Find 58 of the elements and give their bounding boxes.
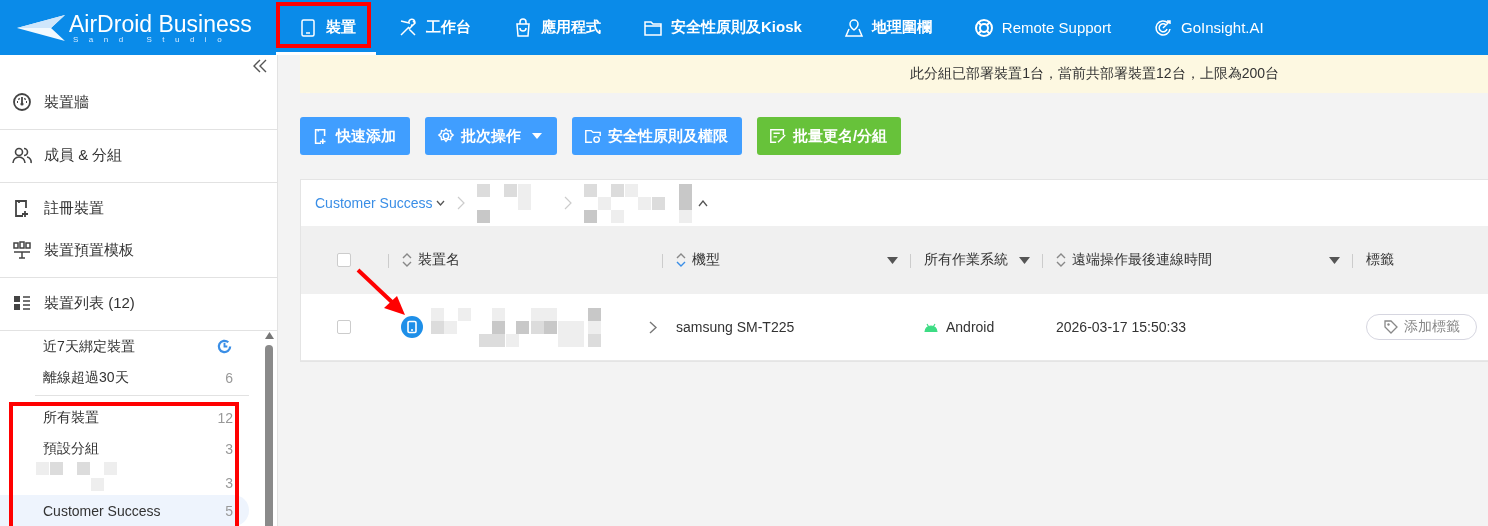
lifebuoy-icon: [973, 17, 994, 38]
filter-caret-icon[interactable]: [887, 256, 898, 264]
scroll-up-icon[interactable]: [264, 332, 274, 339]
clock-icon: [216, 338, 233, 355]
pointer-arrow: [356, 268, 408, 318]
sort-icon[interactable]: [402, 252, 412, 268]
sidebar-item[interactable]: 註冊裝置: [44, 198, 104, 218]
notice-bar: 此分組已部署裝置1台，當前共部署裝置12台，上限為200台: [300, 55, 1488, 93]
scrollbar[interactable]: [264, 332, 274, 526]
sidebar-item[interactable]: 裝置預置模板: [44, 240, 134, 260]
nav-tab[interactable]: 應用程式: [491, 0, 621, 55]
group-item[interactable]: Customer Success 5: [0, 495, 249, 526]
column-header[interactable]: 所有作業系統: [924, 251, 1013, 269]
add-tag-button[interactable]: 添加標籤: [1366, 314, 1477, 340]
table-cell: samsung SM-T225: [676, 319, 795, 335]
row-checkbox[interactable]: [337, 320, 351, 334]
nav-tab[interactable]: 工作台: [376, 0, 491, 55]
breadcrumb-link[interactable]: Customer Success: [315, 195, 446, 211]
sidebar-item[interactable]: 成員 & 分組: [44, 145, 123, 165]
column-header[interactable]: 裝置名: [418, 251, 660, 269]
item-count: 6: [225, 369, 233, 386]
nav-tab[interactable]: GoInsight.AI: [1131, 0, 1284, 55]
filter-item[interactable]: 離線超過30天: [43, 368, 129, 387]
column-header[interactable]: 機型: [692, 251, 881, 269]
tablet-icon: [298, 17, 318, 38]
column-header[interactable]: 標籤: [1366, 251, 1488, 269]
logo-tagline: Sand Studio: [72, 35, 234, 44]
edit-icon: [769, 126, 787, 146]
bag-icon: [513, 17, 533, 38]
sidebar-item[interactable]: 裝置牆: [44, 92, 89, 112]
select-all-checkbox[interactable]: [337, 253, 351, 267]
sort-icon[interactable]: [1056, 252, 1066, 268]
group-item[interactable]: 預設分組 3: [0, 433, 249, 464]
logo-name: AirDroid Business: [69, 11, 252, 36]
tag-icon: [1383, 319, 1399, 335]
chevron-right-icon[interactable]: [649, 320, 657, 334]
filter-caret-icon[interactable]: [1019, 256, 1030, 264]
android-icon: [924, 322, 938, 332]
table-cell: Android: [946, 319, 995, 335]
sidebar-item[interactable]: 裝置列表 (12): [44, 293, 135, 313]
tools-icon: [398, 17, 418, 38]
separator-icon: [457, 196, 466, 210]
column-header[interactable]: 遠端操作最後連線時間: [1072, 251, 1323, 269]
table-cell: 2026-03-17 15:50:33: [1056, 319, 1186, 335]
nav-tab[interactable]: 安全性原則及Kiosk: [621, 0, 822, 55]
caret-icon: [436, 200, 446, 206]
tablet-icon: [401, 316, 423, 338]
filter-item[interactable]: 近7天綁定裝置: [43, 337, 135, 356]
target-icon: [1153, 17, 1174, 38]
separator-icon: [564, 196, 573, 210]
nav-tab[interactable]: 地理圍欄: [821, 0, 952, 55]
collapse-icon[interactable]: [253, 59, 267, 73]
caret-icon[interactable]: [698, 199, 709, 207]
map-pin-icon: [843, 17, 864, 38]
filter-caret-icon[interactable]: [1329, 256, 1340, 264]
nav-tab[interactable]: Remote Support: [951, 0, 1132, 55]
group-item[interactable]: 所有裝置 12: [0, 402, 249, 433]
sort-icon[interactable]: [676, 252, 686, 268]
